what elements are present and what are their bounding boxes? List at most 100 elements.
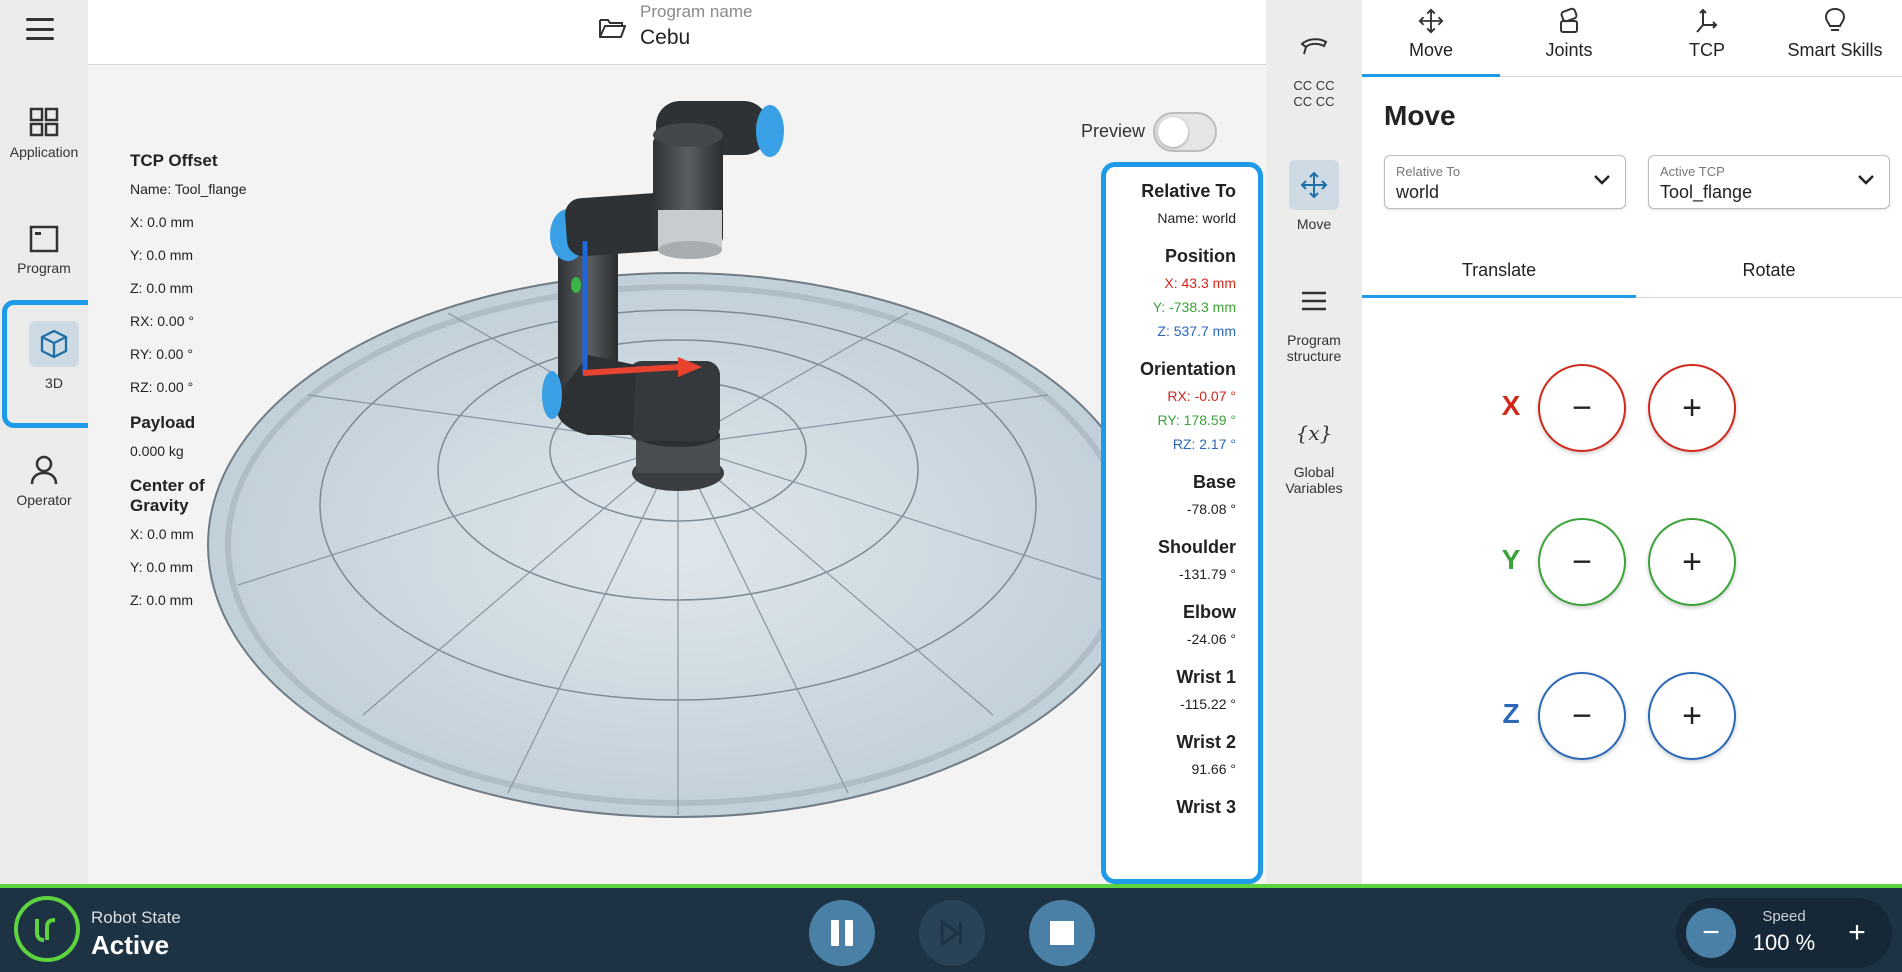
tab-move[interactable]: Move bbox=[1362, 0, 1500, 77]
step-forward-button[interactable] bbox=[919, 900, 985, 966]
stop-button[interactable] bbox=[1029, 900, 1095, 966]
tcp-name: Name: Tool_flange bbox=[130, 181, 247, 197]
jog-z-minus-button[interactable]: − bbox=[1538, 672, 1626, 760]
elbow-title: Elbow bbox=[1183, 602, 1236, 622]
left-navigation: Application Program 3D Operator bbox=[0, 0, 106, 884]
move-arrows-icon bbox=[1362, 6, 1500, 36]
preview-toggle[interactable] bbox=[1153, 112, 1217, 152]
tab-smart-skills[interactable]: Smart Skills bbox=[1766, 0, 1902, 77]
speed-control: − Speed 100 % + bbox=[1676, 898, 1892, 968]
wrist2-title: Wrist 2 bbox=[1176, 732, 1236, 752]
chevron-down-icon bbox=[1858, 175, 1874, 185]
wrist1-title: Wrist 1 bbox=[1176, 667, 1236, 687]
payload-title: Payload bbox=[130, 413, 196, 432]
orientation-rz: RZ: 2.17 ° bbox=[1172, 436, 1236, 452]
tcp-z: Z: 0.0 mm bbox=[130, 280, 194, 296]
plus-icon: + bbox=[1848, 916, 1866, 949]
robot-joint-cap bbox=[542, 371, 562, 419]
move-panel: Move Joints TCP Smart Skills Move Relati… bbox=[1362, 0, 1902, 884]
shoulder-value: -131.79 ° bbox=[1179, 566, 1236, 582]
program-name[interactable]: Cebu bbox=[640, 26, 690, 50]
program-structure-label: Program structure bbox=[1286, 332, 1342, 364]
speed-increase-button[interactable]: + bbox=[1832, 908, 1882, 958]
position-title: Position bbox=[1165, 246, 1236, 266]
move-tabs: Move Joints TCP Smart Skills bbox=[1362, 0, 1902, 77]
pause-button[interactable] bbox=[809, 900, 875, 966]
jog-x-plus-button[interactable]: + bbox=[1648, 364, 1736, 452]
plus-icon: + bbox=[1682, 388, 1702, 427]
shoulder-title: Shoulder bbox=[1157, 537, 1236, 557]
tab-label: TCP bbox=[1689, 40, 1725, 60]
cube-icon bbox=[29, 321, 79, 367]
folder-open-icon[interactable] bbox=[598, 16, 626, 40]
3d-viewport[interactable]: TCP Offset Name: Tool_flange X: 0.0 mm Y… bbox=[88, 65, 1266, 884]
minus-icon: − bbox=[1572, 388, 1592, 427]
program-structure-item[interactable]: Program structure bbox=[1266, 276, 1362, 364]
tab-label: Joints bbox=[1545, 40, 1593, 60]
cog-title: Center of Gravity bbox=[130, 476, 205, 515]
cog-x: X: 0.0 mm bbox=[130, 526, 194, 542]
chevron-down-icon bbox=[1594, 175, 1610, 185]
ur-logo-icon bbox=[14, 896, 80, 962]
nav-item-label: Program bbox=[17, 260, 71, 276]
payload-value: 0.000 kg bbox=[130, 443, 184, 459]
cc-item[interactable]: CC CC CC CC bbox=[1266, 22, 1362, 110]
relative-to-label: Relative To bbox=[1396, 164, 1461, 179]
header-bar: Program name Cebu bbox=[88, 0, 1266, 65]
cog-y: Y: 0.0 mm bbox=[130, 559, 194, 575]
tab-rotate[interactable]: Rotate bbox=[1636, 252, 1902, 298]
tcp-ry: RY: 0.00 ° bbox=[130, 346, 193, 362]
move-item[interactable]: Move bbox=[1266, 160, 1362, 232]
toggle-knob bbox=[1158, 117, 1188, 147]
tcp-axes-icon bbox=[1638, 6, 1776, 36]
elbow-value: -24.06 ° bbox=[1186, 631, 1236, 647]
jog-z-plus-button[interactable]: + bbox=[1648, 672, 1736, 760]
tab-translate[interactable]: Translate bbox=[1362, 252, 1636, 298]
robot-state-label: Robot State bbox=[91, 908, 181, 927]
nav-item-application[interactable]: Application bbox=[0, 106, 88, 160]
skip-next-icon bbox=[940, 919, 962, 947]
robot-3d-scene[interactable] bbox=[88, 65, 1266, 884]
translate-rotate-tabs: Translate Rotate bbox=[1362, 252, 1902, 298]
wrist3-title: Wrist 3 bbox=[1176, 797, 1236, 817]
jog-x-minus-button[interactable]: − bbox=[1538, 364, 1626, 452]
relative-to-title: Relative To bbox=[1141, 181, 1236, 201]
status-bar: Robot State Active − Speed 100 % + bbox=[0, 884, 1902, 972]
tab-tcp[interactable]: TCP bbox=[1638, 0, 1776, 77]
move-arrows-icon bbox=[1289, 160, 1339, 210]
jog-y-minus-button[interactable]: − bbox=[1538, 518, 1626, 606]
tcp-rz: RZ: 0.00 ° bbox=[130, 379, 194, 395]
global-variables-label: Global Variables bbox=[1285, 464, 1343, 496]
relative-to-value: world bbox=[1396, 182, 1440, 202]
position-x: X: 43.3 mm bbox=[1164, 275, 1236, 291]
jog-y-plus-button[interactable]: + bbox=[1648, 518, 1736, 606]
tcp-offset-panel: TCP Offset Name: Tool_flange X: 0.0 mm Y… bbox=[130, 151, 246, 625]
orientation-title: Orientation bbox=[1139, 359, 1236, 379]
tcp-y-axis bbox=[571, 277, 581, 293]
move-panel-title: Move bbox=[1384, 100, 1456, 131]
nav-item-label: Operator bbox=[16, 492, 72, 508]
nav-item-label: Application bbox=[9, 144, 79, 160]
tab-joints[interactable]: Joints bbox=[1500, 0, 1638, 77]
move-label: Move bbox=[1296, 216, 1332, 232]
plus-icon: + bbox=[1682, 542, 1702, 581]
relative-to-select[interactable]: Relative To world bbox=[1384, 155, 1626, 209]
base-title: Base bbox=[1192, 472, 1236, 492]
relative-to-name: Name: world bbox=[1157, 210, 1236, 226]
global-variables-item[interactable]: {x} Global Variables bbox=[1266, 408, 1362, 496]
pose-readout-panel: Relative To Name: world Position X: 43.3… bbox=[1101, 162, 1263, 884]
gripper-icon bbox=[1289, 22, 1339, 72]
active-tcp-select[interactable]: Active TCP Tool_flange bbox=[1648, 155, 1890, 209]
tcp-rx: RX: 0.00 ° bbox=[130, 313, 194, 329]
minus-icon: − bbox=[1572, 542, 1592, 581]
robot-joint-cap bbox=[756, 105, 784, 157]
list-icon bbox=[1289, 276, 1339, 326]
nav-item-program[interactable]: Program bbox=[0, 224, 88, 276]
nav-item-operator[interactable]: Operator bbox=[0, 454, 88, 508]
menu-icon[interactable] bbox=[24, 16, 56, 42]
active-tcp-label: Active TCP bbox=[1660, 164, 1725, 179]
plus-icon: + bbox=[1682, 696, 1702, 735]
axis-label-x: X bbox=[1501, 390, 1521, 421]
robot-tool-flange bbox=[658, 241, 722, 259]
axis-label-z: Z bbox=[1502, 698, 1520, 729]
